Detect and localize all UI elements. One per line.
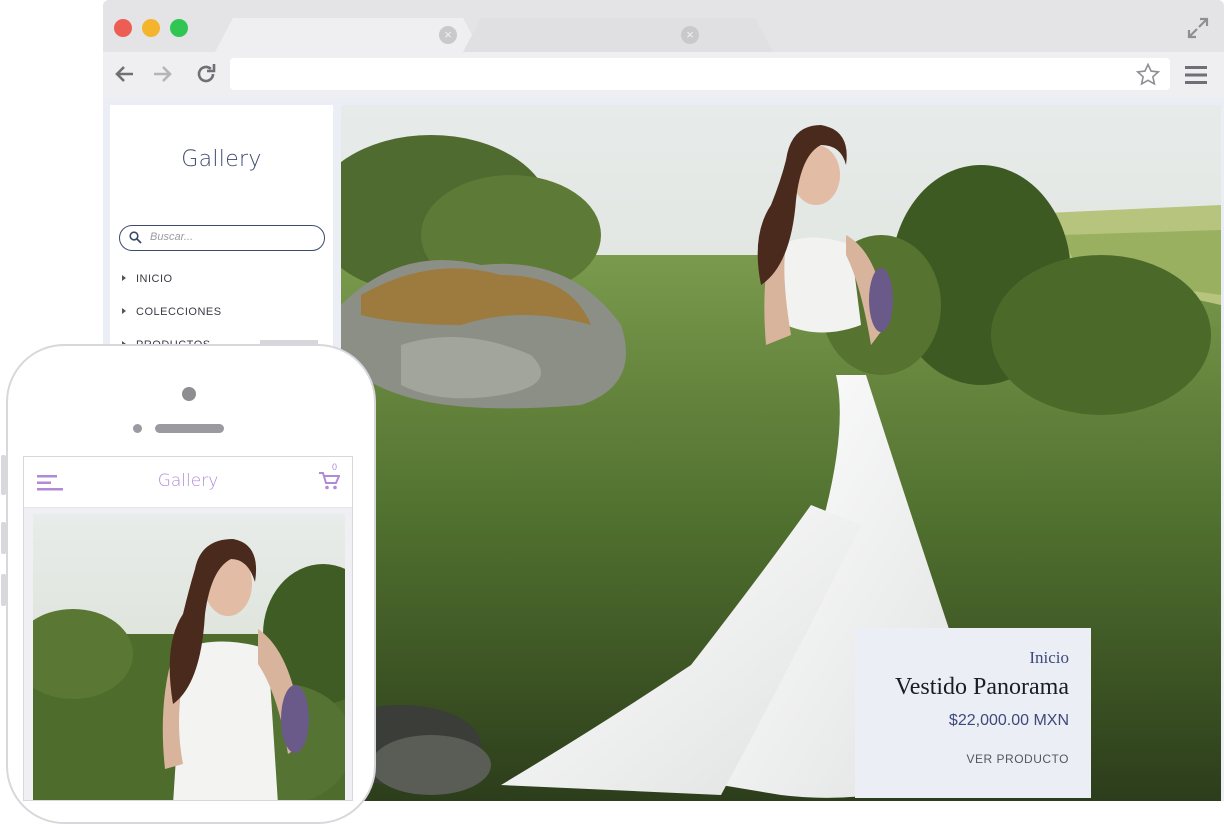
site-title[interactable]: Gallery	[110, 147, 333, 172]
phone-side-button	[1, 455, 6, 495]
expand-icon[interactable]	[1186, 16, 1210, 40]
phone-side-button	[1, 522, 6, 554]
card-breadcrumb[interactable]: Inicio	[1029, 648, 1069, 668]
close-window-button[interactable]	[114, 19, 132, 37]
back-arrow-icon[interactable]	[112, 61, 138, 87]
card-title: Vestido Panorama	[895, 674, 1069, 700]
address-bar[interactable]	[230, 58, 1170, 90]
product-card: Inicio Vestido Panorama $22,000.00 MXN V…	[855, 628, 1091, 798]
sidebar-item-label: COLECCIONES	[136, 306, 222, 318]
maximize-window-button[interactable]	[170, 19, 188, 37]
search-icon	[129, 231, 142, 244]
mobile-header: Gallery 0	[24, 457, 352, 508]
minimize-window-button[interactable]	[142, 19, 160, 37]
sidebar-item-inicio[interactable]: INICIO	[122, 273, 173, 285]
mobile-screen: Gallery 0	[23, 456, 353, 801]
phone-camera	[182, 387, 196, 401]
phone-sensor	[133, 424, 142, 433]
cart-count: 0	[332, 462, 338, 472]
card-price: $22,000.00 MXN	[948, 712, 1069, 729]
search-input[interactable]: Buscar...	[119, 225, 325, 251]
view-product-button[interactable]: VER PRODUCTO	[967, 752, 1069, 766]
mobile-hero-image	[33, 514, 345, 800]
forward-arrow-icon[interactable]	[149, 61, 175, 87]
cart-icon[interactable]	[318, 471, 340, 491]
phone-speaker	[155, 424, 224, 433]
mobile-title[interactable]: Gallery	[24, 471, 352, 491]
phone-side-button	[1, 574, 6, 606]
bride-photo-mobile	[33, 514, 345, 800]
star-icon[interactable]	[1135, 62, 1161, 88]
search-placeholder: Buscar...	[150, 231, 193, 243]
sidebar-item-label: INICIO	[136, 273, 173, 285]
reload-icon[interactable]	[193, 61, 219, 87]
bullet-icon	[122, 308, 126, 314]
tab-close-icon[interactable]: ×	[681, 26, 699, 44]
browser-titlebar: × ×	[103, 0, 1224, 52]
browser-tab-inactive[interactable]	[463, 18, 773, 52]
menu-icon[interactable]	[1183, 64, 1209, 86]
sidebar-item-colecciones[interactable]: COLECCIONES	[122, 306, 222, 318]
tab-close-icon[interactable]: ×	[439, 26, 457, 44]
bullet-icon	[122, 275, 126, 281]
